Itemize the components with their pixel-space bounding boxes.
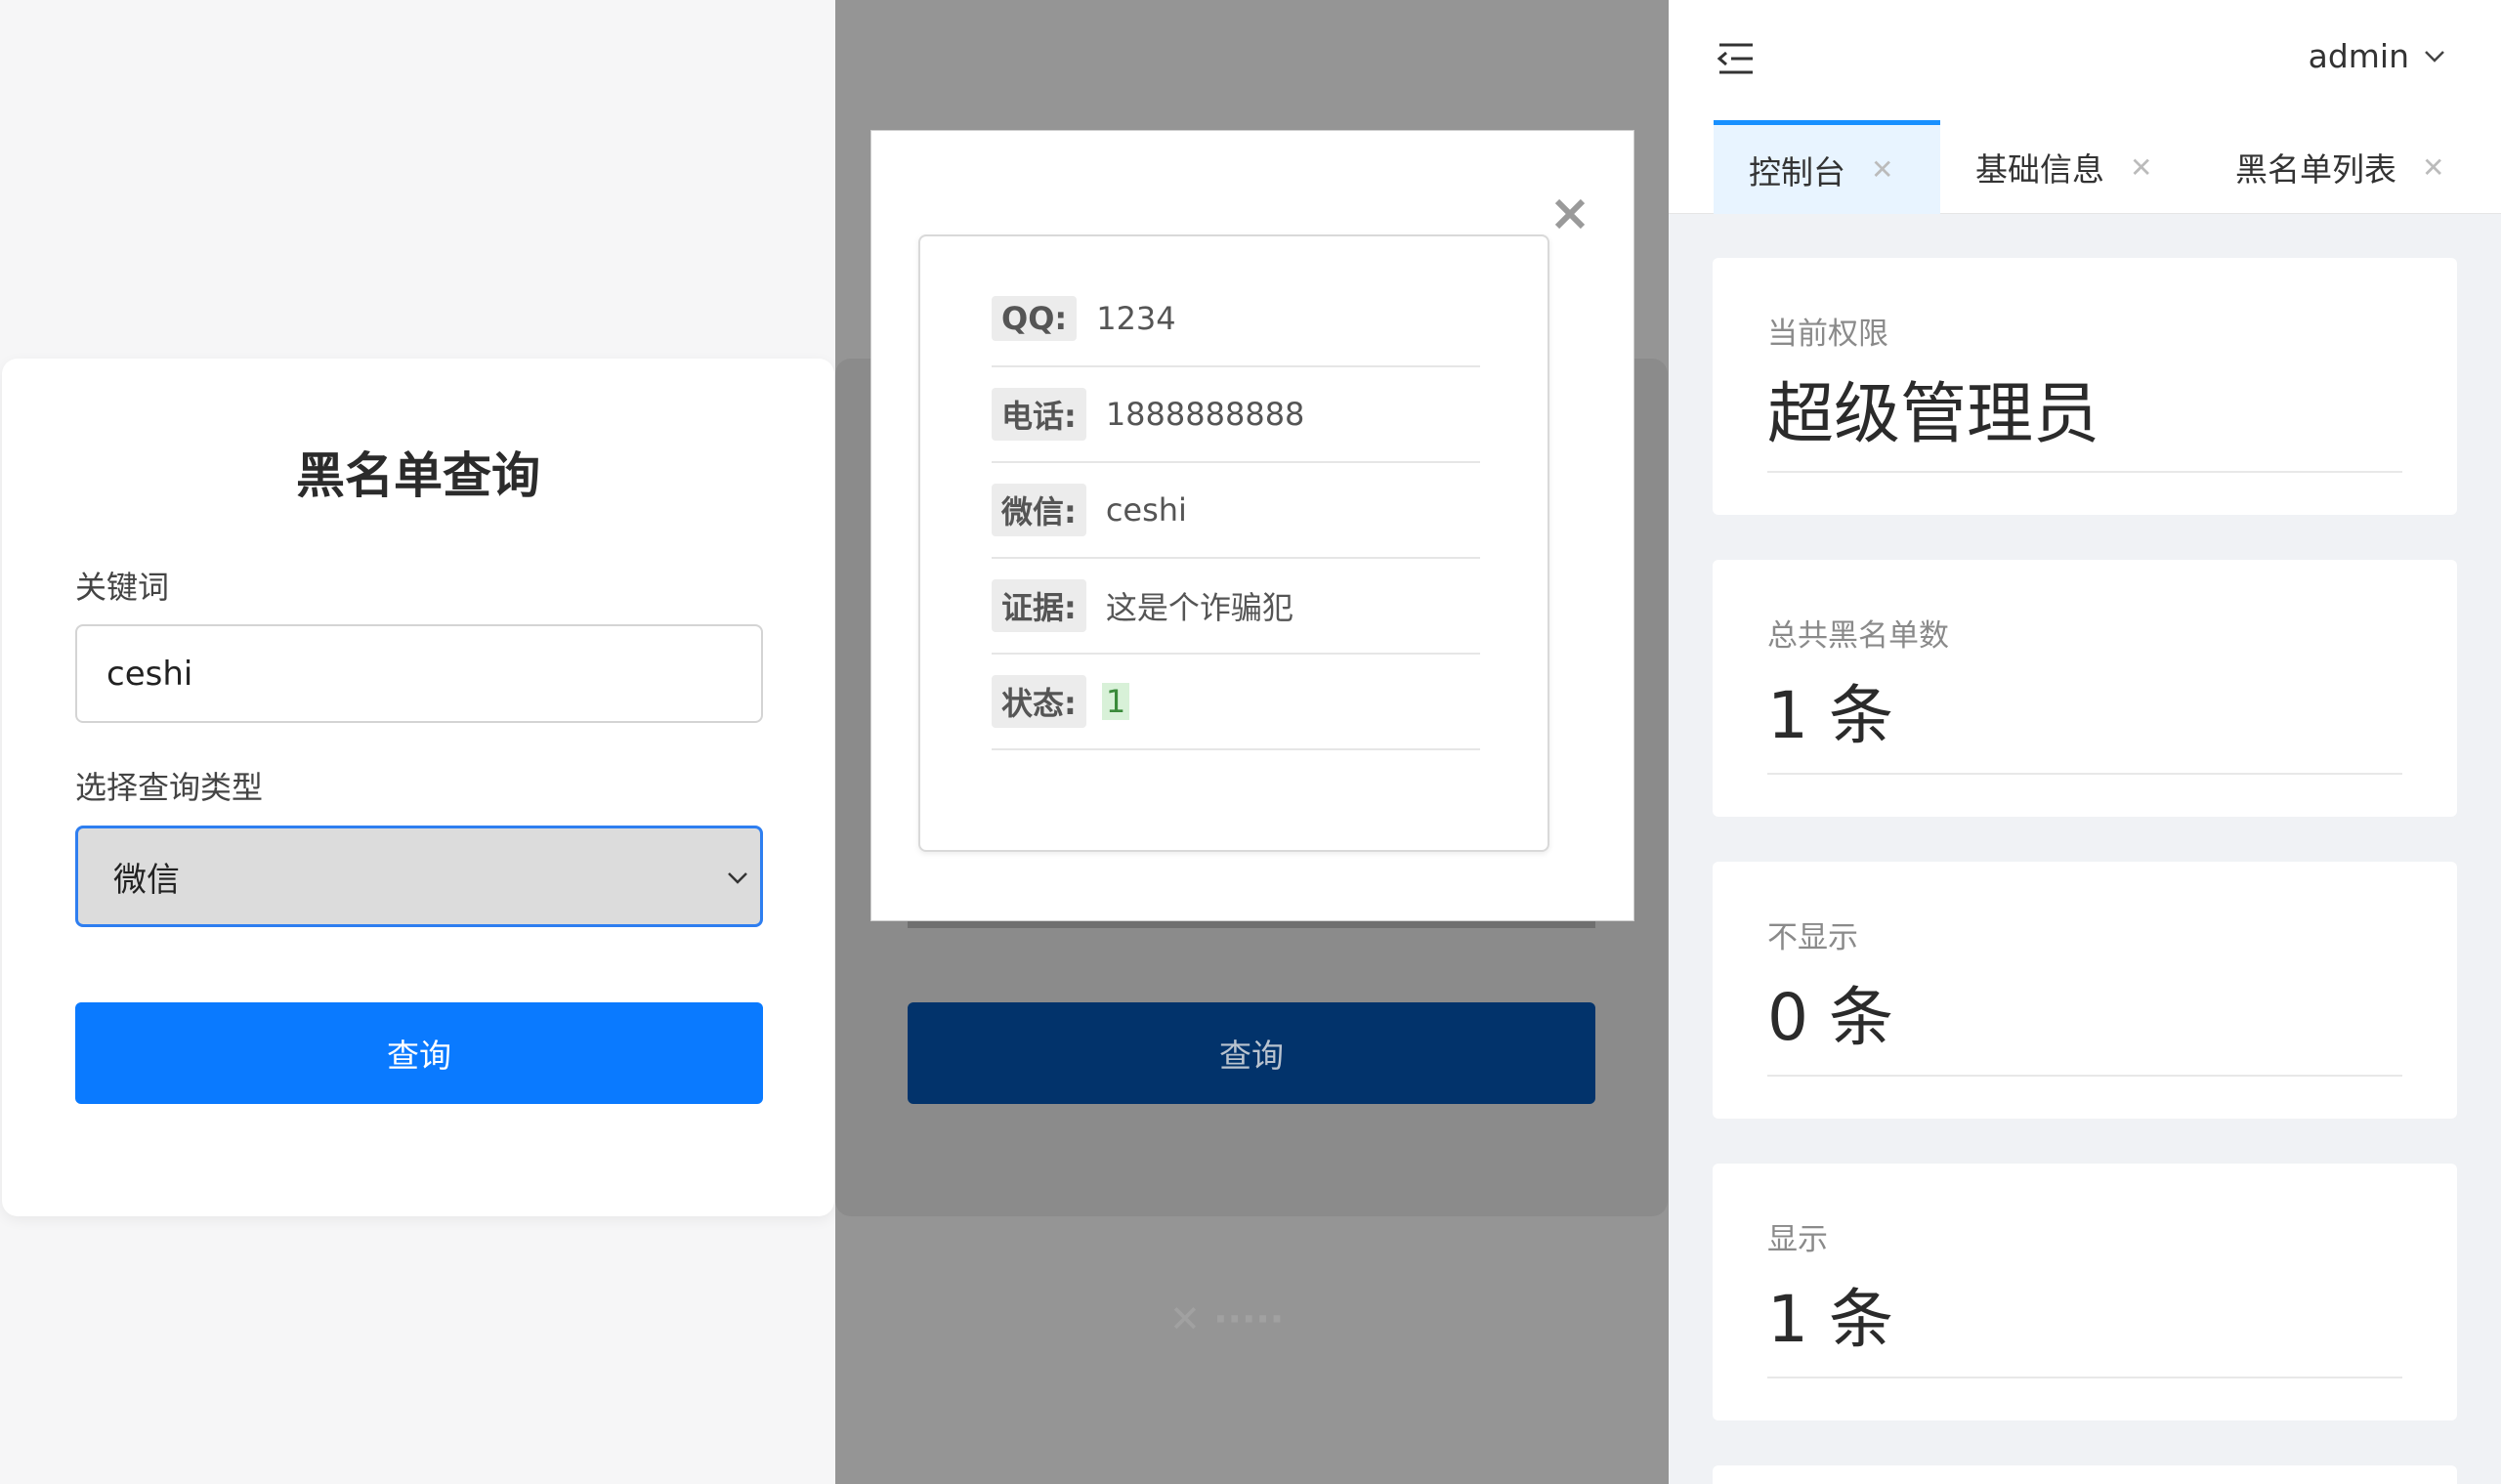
menu-fold-icon[interactable] [1716, 41, 1755, 80]
result-key: 证据: [992, 579, 1086, 632]
tab-bar: 控制台 ✕ 基础信息 ✕ 黑名单列表 ✕ [1669, 120, 2501, 214]
result-row-phone: 电话: 1888888888 [992, 367, 1480, 463]
tab-basic-info[interactable]: 基础信息 ✕ [1975, 120, 2152, 214]
stat-label: 不显示 [1767, 920, 1858, 955]
tab-label: 基础信息 [1975, 150, 2104, 189]
close-icon[interactable]: ✕ [2422, 151, 2444, 184]
stat-card-total: 总共黑名单数 1 条 [1713, 560, 2457, 817]
result-row-wechat: 微信: ceshi [992, 463, 1480, 559]
username: admin [2308, 37, 2409, 75]
stat-value: 1 条 [1767, 678, 1893, 753]
query-button[interactable]: 查询 [75, 1002, 763, 1104]
divider [1767, 773, 2402, 775]
result-key: 电话: [992, 388, 1086, 441]
stat-label: 总共黑名单数 [1767, 618, 1949, 654]
result-panel: 查询 ✕ ····· QQ: 1234 电话: 1888888888 微信: c… [835, 0, 1669, 1484]
result-row-qq: QQ: 1234 [992, 272, 1480, 367]
keyword-input-value: ceshi [106, 654, 193, 694]
divider [1767, 1377, 2402, 1378]
result-key: 微信: [992, 484, 1086, 536]
stat-value: 超级管理员 [1767, 376, 2100, 453]
result-key: 状态: [992, 675, 1086, 728]
stat-card-permission: 当前权限 超级管理员 [1713, 258, 2457, 515]
query-type-select[interactable]: 微信 [75, 826, 763, 927]
result-value: ceshi [1105, 491, 1187, 529]
close-icon[interactable]: ✕ [2130, 151, 2152, 184]
stat-card-partial [1713, 1465, 2457, 1484]
user-menu[interactable]: admin [2309, 37, 2446, 75]
divider [1767, 1075, 2402, 1077]
stat-label: 显示 [1767, 1222, 1828, 1257]
stat-card-shown: 显示 1 条 [1713, 1164, 2457, 1420]
result-value: 1888888888 [1105, 396, 1305, 433]
stat-value: 1 条 [1767, 1282, 1893, 1357]
chevron-down-icon [725, 860, 750, 899]
divider [1767, 471, 2402, 473]
stat-card-hidden: 不显示 0 条 [1713, 862, 2457, 1119]
type-label: 选择查询类型 [75, 769, 264, 806]
query-panel: 黑名单查询 关键词 ceshi 选择查询类型 微信 查询 [0, 0, 835, 1484]
close-icon[interactable] [1553, 197, 1587, 234]
tab-label: 黑名单列表 [2235, 150, 2396, 189]
result-modal: QQ: 1234 电话: 1888888888 微信: ceshi 证据: 这是… [870, 130, 1634, 921]
chevron-down-icon [2423, 37, 2446, 75]
query-card: 黑名单查询 关键词 ceshi 选择查询类型 微信 查询 [2, 359, 834, 1216]
top-bar: admin [1669, 0, 2501, 120]
keyword-input[interactable]: ceshi [75, 624, 763, 723]
admin-panel: admin 控制台 ✕ 基础信息 ✕ 黑名单列表 ✕ 当前权限 超级管理员 总共… [1669, 0, 2501, 1484]
close-icon[interactable]: ✕ [1871, 153, 1893, 186]
result-key: QQ: [992, 296, 1078, 341]
keyword-label: 关键词 [75, 569, 170, 606]
stat-label: 当前权限 [1767, 317, 1888, 352]
result-row-status: 状态: 1 [992, 655, 1480, 750]
background-query-button: 查询 [908, 1002, 1595, 1104]
query-type-value: 微信 [113, 860, 180, 900]
tab-console[interactable]: 控制台 ✕ [1714, 120, 1940, 214]
result-row-evidence: 证据: 这是个诈骗犯 [992, 559, 1480, 655]
tab-label: 控制台 [1749, 152, 1845, 191]
query-title: 黑名单查询 [296, 447, 540, 504]
result-details: QQ: 1234 电话: 1888888888 微信: ceshi 证据: 这是… [918, 234, 1549, 852]
result-value: 这是个诈骗犯 [1105, 589, 1293, 626]
watermark: ✕ ····· [1169, 1297, 1285, 1340]
status-badge: 1 [1101, 683, 1130, 720]
stat-value: 0 条 [1767, 980, 1893, 1055]
result-value: 1234 [1096, 300, 1176, 337]
tab-blacklist[interactable]: 黑名单列表 ✕ [2235, 120, 2444, 214]
